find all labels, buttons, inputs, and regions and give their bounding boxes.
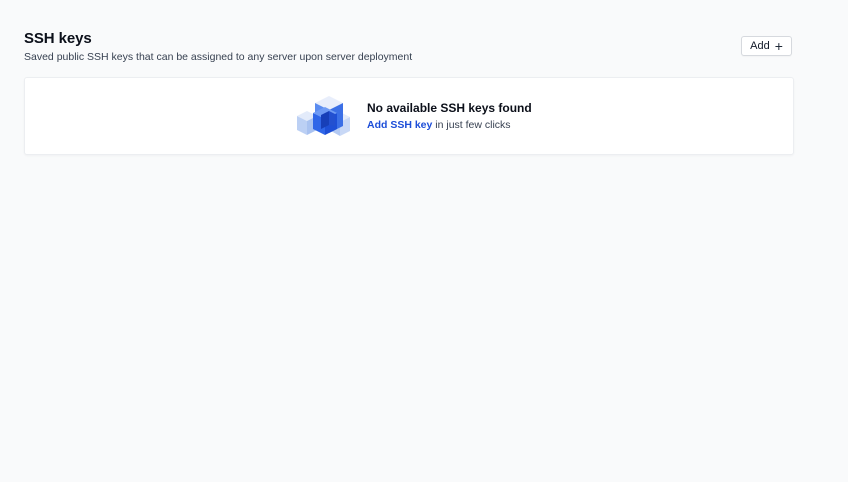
cubes-illustration-icon [293, 95, 353, 139]
empty-state-description: Add SSH key in just few clicks [367, 119, 532, 132]
page-subtitle: Saved public SSH keys that can be assign… [24, 51, 413, 63]
add-ssh-key-button[interactable]: Add + [741, 36, 792, 56]
add-button-label: Add [750, 40, 770, 52]
page-header: SSH keys Saved public SSH keys that can … [24, 30, 794, 66]
plus-icon: + [774, 37, 783, 54]
empty-state-title: No available SSH keys found [367, 101, 532, 115]
empty-state-text: No available SSH keys found Add SSH key … [367, 101, 532, 132]
add-ssh-key-link[interactable]: Add SSH key [367, 119, 432, 131]
empty-state-description-suffix: in just few clicks [432, 119, 511, 131]
empty-state-card: No available SSH keys found Add SSH key … [24, 77, 794, 155]
page-title: SSH keys [24, 30, 92, 47]
